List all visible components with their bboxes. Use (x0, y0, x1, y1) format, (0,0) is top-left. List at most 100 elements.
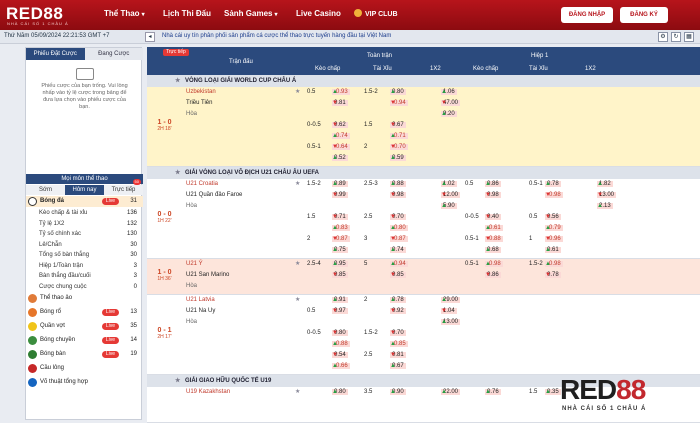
bet-type-item[interactable]: Lẻ/Chẵn 30 (26, 240, 143, 251)
odds-cell[interactable]: ▼ 0.70 (390, 212, 406, 223)
prev-button[interactable]: ◂ (145, 32, 155, 42)
sport-item[interactable]: Bóng rổ Live 13 (26, 307, 143, 318)
odds-cell[interactable]: ▲ 0.35 (545, 387, 561, 398)
odds-cell[interactable]: ▲ -0.74 (332, 131, 350, 142)
bet-type-item[interactable]: Tỷ lệ 1X2 132 (26, 219, 143, 230)
odds-cell[interactable]: ▲ -0.71 (390, 131, 408, 142)
odds-cell[interactable]: ▲ 0.78 (545, 179, 561, 190)
odds-cell[interactable]: ▼ 0.86 (485, 270, 501, 281)
odds-cell[interactable]: ▼ 0.98 (485, 190, 501, 201)
odds-cell[interactable]: ▼ 47.00 (441, 98, 461, 109)
odds-cell[interactable]: ▲ -0.61 (485, 223, 503, 234)
odds-cell[interactable]: ▼ -0.87 (390, 234, 408, 245)
odds-cell[interactable]: ▼ -0.64 (332, 142, 350, 153)
odds-cell[interactable]: ▲ -0.83 (332, 223, 350, 234)
sport-item[interactable]: Cầu lông (26, 363, 143, 374)
odds-cell[interactable]: ▲ 13.00 (441, 317, 461, 328)
league-header[interactable]: ★ VÒNG LOẠI GIẢI WORLD CUP CHÂU Á (147, 75, 700, 87)
odds-cell[interactable]: ▲ -0.94 (390, 259, 408, 270)
nav-vip-club[interactable]: VIP CLUB (354, 9, 398, 18)
nav-games[interactable]: Sảnh Games ▾ (224, 9, 277, 18)
odds-cell[interactable]: ▼ 0.70 (390, 328, 406, 339)
odds-cell[interactable]: ▼ -0.98 (545, 190, 563, 201)
odds-cell[interactable]: ▼ 0.71 (332, 212, 348, 223)
bet-type-item[interactable]: Bàn thắng đầu/cuối 3 (26, 271, 143, 282)
odds-cell[interactable]: ▼ -0.70 (390, 142, 408, 153)
refresh-icon[interactable]: ↻ (671, 32, 681, 42)
odds-cell[interactable]: ▲ 0.61 (545, 245, 561, 256)
odds-cell[interactable]: ▼ 0.54 (332, 350, 348, 361)
odds-cell[interactable]: ▼ 0.92 (390, 306, 406, 317)
nav-schedule[interactable]: Lịch Thi Đấu (163, 9, 211, 18)
odds-cell[interactable]: ▼ 0.56 (545, 212, 561, 223)
bet-type-item[interactable]: Tỷ số chính xác 130 (26, 229, 143, 240)
odds-cell[interactable]: ▼ 0.85 (390, 270, 406, 281)
odds-cell[interactable]: ▲ -0.98 (545, 259, 563, 270)
bet-type-item[interactable]: Tổng số bàn thắng 30 (26, 250, 143, 261)
odds-cell[interactable]: ▼ 12.00 (441, 190, 461, 201)
odds-cell[interactable]: ▲ 2.13 (597, 201, 613, 212)
odds-cell[interactable]: ▲ -0.88 (332, 339, 350, 350)
bet-type-item[interactable]: Hiệp 1/Toàn trận 3 (26, 261, 143, 272)
odds-cell[interactable]: ▲ 0.78 (390, 295, 406, 306)
odds-cell[interactable]: ▲ 0.90 (390, 387, 406, 398)
login-button[interactable]: ĐĂNG NHẬP (561, 7, 613, 23)
odds-cell[interactable]: ▼ 0.99 (332, 190, 348, 201)
sport-football[interactable]: Bóng đá Live 31 (26, 196, 143, 207)
odds-cell[interactable]: ▲ 5.90 (441, 201, 457, 212)
odds-cell[interactable]: ▲ 22.00 (441, 387, 461, 398)
odds-cell[interactable]: ▲ 1.82 (597, 179, 613, 190)
odds-cell[interactable]: ▲ 0.89 (332, 179, 348, 190)
odds-cell[interactable]: ▼ 0.67 (390, 120, 406, 131)
odds-cell[interactable]: ▼ 0.98 (390, 190, 406, 201)
odds-cell[interactable]: ▲ -0.66 (332, 361, 350, 372)
nav-live-casino[interactable]: Live Casino (296, 9, 341, 18)
odds-cell[interactable]: ▲ 0.76 (485, 387, 501, 398)
odds-cell[interactable]: ▼ 0.81 (390, 350, 406, 361)
settings-icon[interactable]: ⚙ (658, 32, 668, 42)
odds-cell[interactable]: ▼ 0.40 (485, 212, 501, 223)
odds-cell[interactable]: ▼ 0.81 (332, 98, 348, 109)
odds-cell[interactable]: ▲ 0.75 (332, 245, 348, 256)
subtab-today[interactable]: Hôm nay (65, 185, 104, 195)
odds-cell[interactable]: ▲ 0.74 (390, 245, 406, 256)
odds-cell[interactable]: ▼ -0.88 (485, 234, 503, 245)
tab-betslip[interactable]: Phiếu Đặt Cược (26, 48, 85, 60)
odds-cell[interactable]: ▼ 13.00 (597, 190, 617, 201)
odds-cell[interactable]: ▲ 29.00 (441, 295, 461, 306)
subtab-early[interactable]: Sớm (26, 185, 65, 195)
league-header[interactable]: ★ GIẢI VÒNG LOẠI VÔ ĐỊCH U21 CHÂU ÂU UEFA (147, 167, 700, 179)
odds-cell[interactable]: ▲ 0.88 (390, 179, 406, 190)
odds-cell[interactable]: ▲ 9.20 (441, 109, 457, 120)
odds-cell[interactable]: ▲ 0.68 (485, 245, 501, 256)
odds-cell[interactable]: ▲ 0.80 (332, 387, 348, 398)
register-button[interactable]: ĐĂNG KÝ (620, 7, 668, 23)
nav-sports[interactable]: Thể Thao ▾ (104, 9, 145, 18)
sport-item[interactable]: Quần vợt Live 35 (26, 321, 143, 332)
odds-cell[interactable]: ▲ -0.85 (390, 339, 408, 350)
odds-cell[interactable]: ▲ -0.93 (332, 87, 350, 98)
sport-item[interactable]: Thể thao ảo (26, 293, 143, 304)
odds-cell[interactable]: ▲ -0.98 (485, 259, 503, 270)
odds-cell[interactable]: ▲ 0.80 (390, 87, 406, 98)
odds-cell[interactable]: ▼ 0.85 (332, 270, 348, 281)
bet-type-item[interactable]: Cược chung cuộc 0 (26, 282, 143, 293)
subtab-live[interactable]: Trực tiếp 50 (104, 179, 143, 195)
odds-cell[interactable]: ▲ 0.59 (390, 153, 406, 164)
odds-cell[interactable]: ▼ -0.94 (390, 98, 408, 109)
odds-cell[interactable]: ▲ -0.79 (545, 223, 563, 234)
grid-icon[interactable]: ▦ (684, 32, 694, 42)
odds-cell[interactable]: ▲ 0.91 (332, 295, 348, 306)
odds-cell[interactable]: ▲ 0.67 (390, 361, 406, 372)
odds-cell[interactable]: ▼ -0.87 (332, 234, 350, 245)
odds-cell[interactable]: ▼ 1.04 (441, 306, 457, 317)
odds-cell[interactable]: ▼ 0.97 (332, 306, 348, 317)
odds-cell[interactable]: ▲ 0.86 (485, 179, 501, 190)
bet-type-item[interactable]: Kèo chấp & tài xỉu 136 (26, 208, 143, 219)
sport-item[interactable]: Võ thuật tổng hợp (26, 377, 143, 388)
odds-cell[interactable]: ▲ 0.95 (332, 259, 348, 270)
odds-cell[interactable]: ▼ 0.80 (332, 328, 348, 339)
odds-cell[interactable]: ▼ -0.96 (545, 234, 563, 245)
tab-open-bets[interactable]: Đang Cược (84, 48, 143, 60)
odds-cell[interactable]: ▲ 1.06 (441, 87, 457, 98)
